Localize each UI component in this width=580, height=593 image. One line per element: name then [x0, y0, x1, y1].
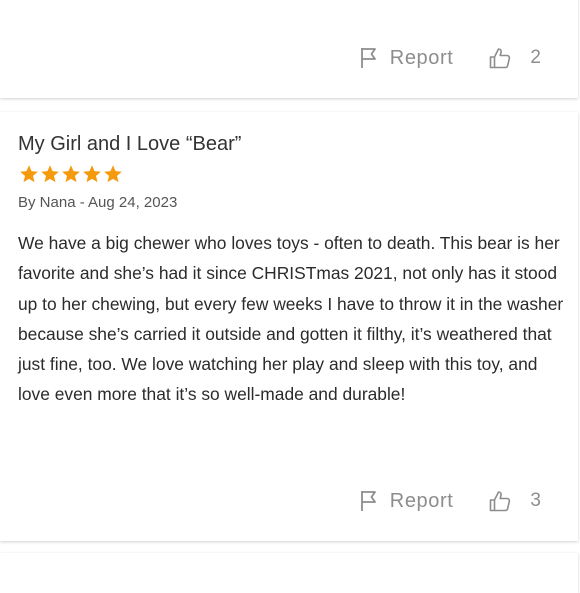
- flag-icon: [360, 491, 376, 511]
- star-icon: [104, 165, 122, 183]
- previous-review-card: Report 2: [0, 0, 578, 98]
- review-actions: Report 2: [360, 43, 578, 73]
- flag-icon: [360, 48, 376, 68]
- like-button[interactable]: 3: [489, 490, 541, 512]
- like-count: 3: [530, 490, 541, 511]
- star-icon: [20, 165, 38, 183]
- review-title: My Girl and I Love “Bear”: [18, 133, 242, 155]
- report-button[interactable]: Report: [360, 490, 454, 513]
- review-actions: Report 3: [360, 486, 578, 516]
- star-icon: [62, 165, 80, 183]
- report-label: Report: [389, 46, 454, 69]
- review-card: My Girl and I Love “Bear” By Nana - Aug …: [0, 112, 578, 541]
- report-button[interactable]: Report: [360, 47, 454, 70]
- review-byline: By Nana - Aug 24, 2023: [18, 194, 178, 211]
- report-label: Report: [389, 489, 454, 512]
- thumbs-up-icon: [490, 491, 511, 512]
- thumbs-up-icon: [490, 48, 511, 69]
- star-icon: [83, 165, 101, 183]
- review-body: We have a big chewer who loves toys - of…: [18, 233, 564, 405]
- like-button[interactable]: 2: [489, 47, 541, 69]
- star-rating: [19, 164, 123, 184]
- star-icon: [41, 165, 59, 183]
- like-count: 2: [530, 47, 541, 68]
- next-review-card: [0, 553, 578, 593]
